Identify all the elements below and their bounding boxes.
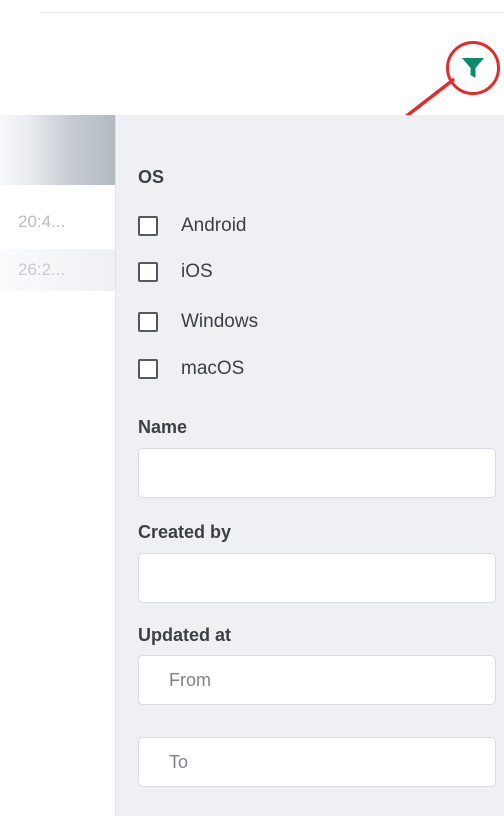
os-option-ios[interactable]: iOS — [138, 261, 213, 283]
name-input[interactable] — [138, 448, 496, 498]
os-option-windows[interactable]: Windows — [138, 311, 258, 333]
android-label: Android — [181, 215, 247, 236]
list-item[interactable]: 26:2... — [0, 249, 115, 291]
ios-label: iOS — [181, 261, 213, 282]
name-label: Name — [138, 417, 188, 437]
created-by-input[interactable] — [138, 553, 496, 603]
android-checkbox[interactable] — [138, 216, 158, 236]
list-header — [0, 115, 115, 185]
updated-to-input[interactable] — [138, 737, 496, 787]
funnel-filter-icon — [462, 58, 484, 78]
updated-from-input[interactable] — [138, 655, 496, 705]
macos-checkbox[interactable] — [138, 359, 158, 379]
os-option-android[interactable]: Android — [138, 215, 247, 237]
filter-button[interactable] — [446, 41, 500, 95]
list-item[interactable]: 20:4... — [0, 201, 115, 243]
filter-panel: OS Android iOS Windows macOS Name Create… — [115, 115, 504, 816]
header-divider — [40, 12, 504, 13]
ios-checkbox[interactable] — [138, 262, 158, 282]
updated-at-label: Updated at — [138, 625, 232, 645]
device-list-background: 20:4... 26:2... — [0, 115, 115, 816]
os-option-macos[interactable]: macOS — [138, 358, 244, 380]
windows-label: Windows — [181, 311, 259, 332]
windows-checkbox[interactable] — [138, 312, 158, 332]
macos-label: macOS — [181, 358, 245, 379]
created-by-label: Created by — [138, 522, 232, 542]
os-section-label: OS — [138, 167, 165, 187]
